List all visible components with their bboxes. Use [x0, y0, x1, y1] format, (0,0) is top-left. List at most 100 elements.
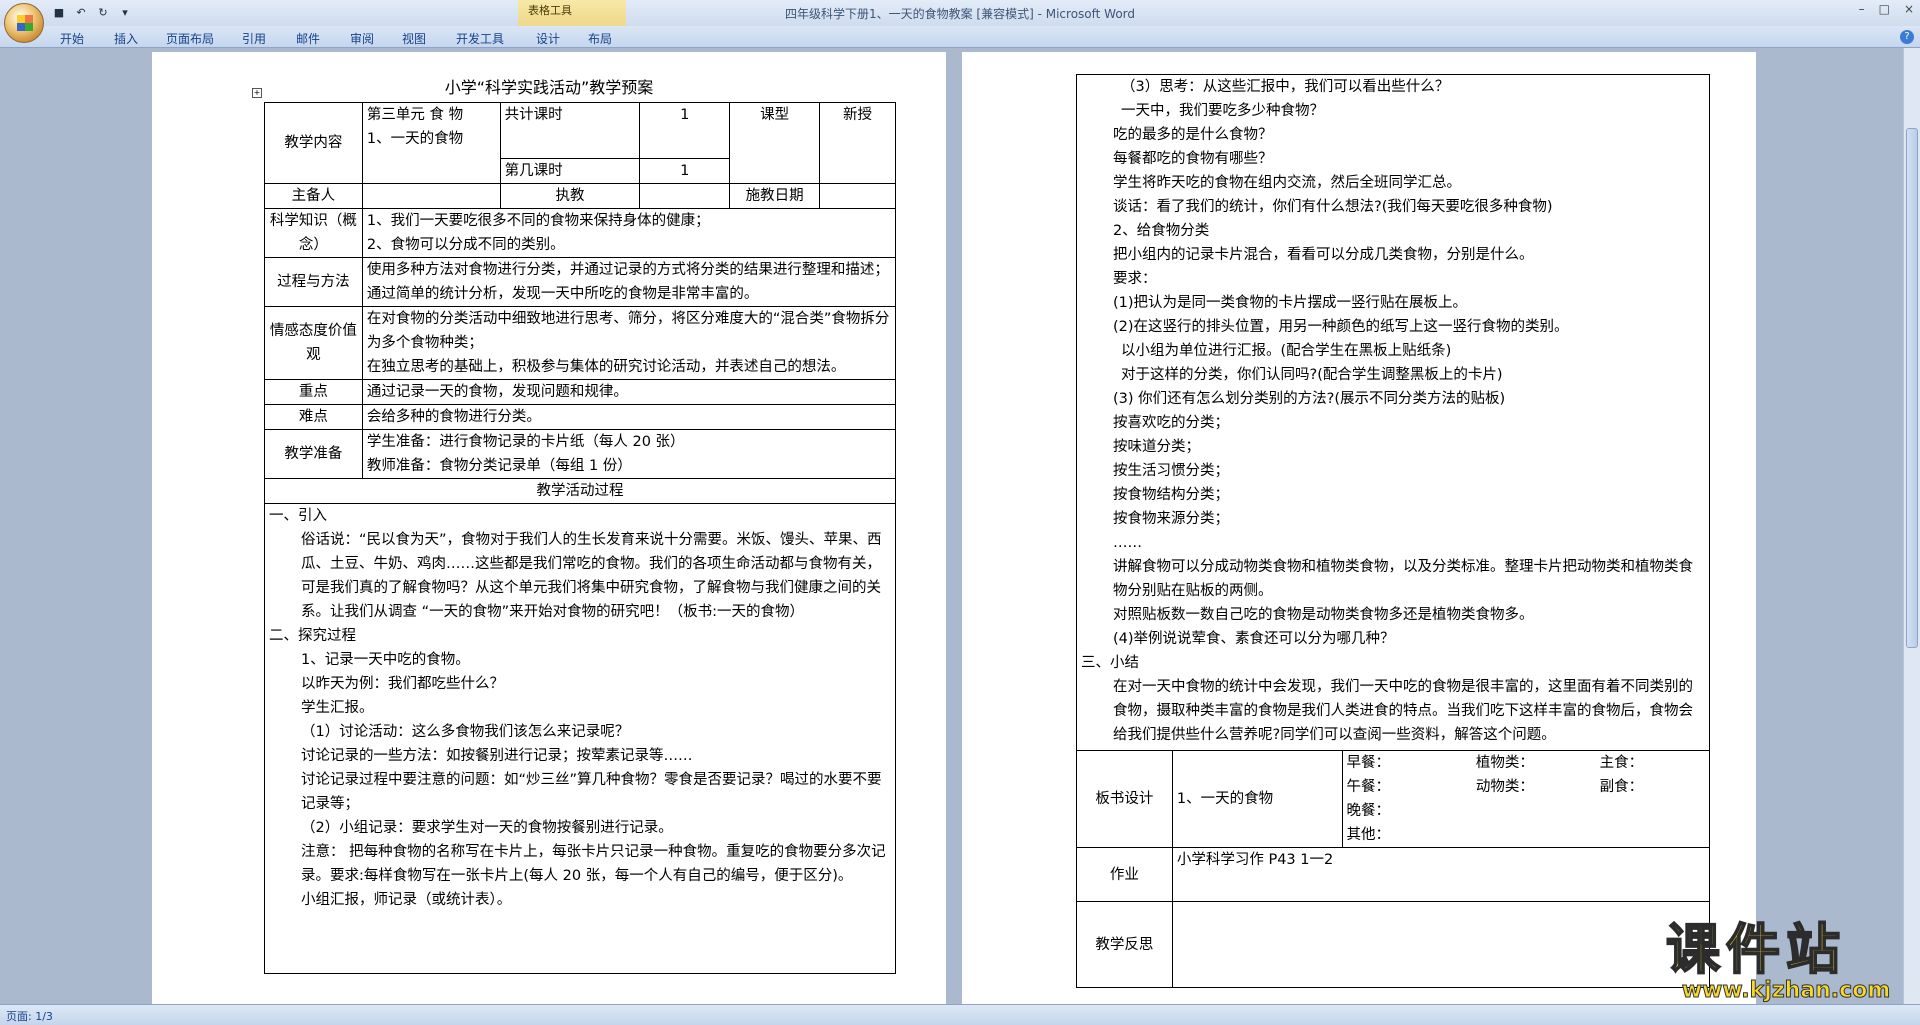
- body-paragraph: 讨论记录的一些方法：如按餐别进行记录；按荤素记录等……: [301, 748, 693, 764]
- vertical-scrollbar[interactable]: [1903, 48, 1920, 1004]
- watermark-logo: 课件站 www.kjzhan.com: [1665, 919, 1906, 1004]
- body-paragraph: (2)在这竖行的排头位置，用另一种颜色的纸写上这一竖行食物的类别。: [1113, 319, 1569, 335]
- attitude-label: 情感态度价值观: [264, 306, 363, 380]
- body-paragraph: 学生将昨天吃的食物在组内交流，然后全班同学汇总。: [1113, 175, 1461, 191]
- scroll-thumb[interactable]: [1906, 128, 1918, 648]
- preparation-label: 教学准备: [264, 429, 363, 479]
- tab-view[interactable]: 视图: [402, 30, 426, 47]
- difficulty-label: 难点: [264, 404, 363, 430]
- body-paragraph: 按食物来源分类；: [1113, 511, 1229, 527]
- body-paragraph: 在对一天中食物的统计中会发现，我们一天中吃的食物是很丰富的，这里面有着不同类别的…: [1113, 679, 1693, 743]
- homework-text: 小学科学习作 P43 1一2: [1171, 847, 1711, 902]
- body-paragraph: 要求：: [1113, 271, 1157, 287]
- reflection-cell[interactable]: [1171, 901, 1711, 988]
- board-breakfast: 早餐：: [1341, 750, 1472, 775]
- body-paragraph: 注意： 把每种食物的名称写在卡片上，每张卡片只记录一种食物。重复吃的食物要分多次…: [301, 844, 886, 884]
- tab-home[interactable]: 开始: [60, 30, 84, 47]
- tab-developer[interactable]: 开发工具: [456, 30, 504, 47]
- maximize-button[interactable]: □: [1879, 2, 1890, 16]
- title-bar: ■ ↶ ↻ ▾ 表格工具 四年级科学下册1、一天的食物教案 [兼容模式] - M…: [0, 0, 1920, 26]
- document-page-2[interactable]: （3）思考：从这些汇报中，我们可以看出些什么？ 一天中，我们要吃多少种食物？ 吃的最…: [962, 52, 1756, 1004]
- total-hours-value: 1: [639, 102, 731, 159]
- board-other: 其他：: [1341, 823, 1472, 848]
- board-plant: 植物类：: [1471, 750, 1596, 775]
- tab-review[interactable]: 审阅: [350, 30, 374, 47]
- office-button[interactable]: [4, 3, 44, 43]
- key-point-label: 重点: [264, 379, 363, 405]
- preparation-line: 教师准备：食物分类记录单（每组 1 份）: [366, 458, 632, 474]
- lesson-plan-table[interactable]: 教学内容 第三单元 食 物 1、一天的食物 共计课时 1 课型 新授 第几课时 1…: [264, 102, 897, 974]
- process-line: 使用多种方法对食物进行分类，并通过记录的方式将分类的结果进行整理和描述；: [366, 262, 889, 278]
- body-paragraph: (4)举例说说荤食、素食还可以分为哪几种？: [1113, 631, 1395, 647]
- watermark-url: www.kjzhan.com: [1681, 978, 1891, 1004]
- date-label: 施教日期: [729, 183, 821, 209]
- tab-layout[interactable]: 布局: [588, 30, 612, 47]
- window-title: 四年级科学下册1、一天的食物教案 [兼容模式] - Microsoft Word: [784, 7, 1136, 21]
- body-paragraph: 按食物结构分类；: [1113, 487, 1229, 503]
- tab-references[interactable]: 引用: [242, 30, 266, 47]
- type-value: 新授: [819, 102, 896, 184]
- body-paragraph: 三、小结: [1081, 655, 1139, 671]
- board-lunch: 午餐：: [1341, 775, 1472, 799]
- body-paragraph: 讲解食物可以分成动物类食物和植物类食物，以及分类标准。整理卡片把动物类和植物类食…: [1113, 559, 1693, 599]
- process-body-continued: （3）思考：从这些汇报中，我们可以看出些什么？ 一天中，我们要吃多少种食物？ 吃的最…: [1076, 74, 1710, 751]
- tab-page-layout[interactable]: 页面布局: [166, 30, 214, 47]
- body-paragraph: 按喜欢吃的分类；: [1113, 415, 1229, 431]
- status-bar: 页面: 1/3: [0, 1004, 1920, 1025]
- minimize-button[interactable]: –: [1859, 2, 1865, 16]
- body-paragraph: 对照贴板数一数自己吃的食物是动物类食物多还是植物类食物多。: [1113, 607, 1534, 623]
- board-design-label: 板书设计: [1076, 750, 1173, 848]
- body-paragraph: 谈话：看了我们的统计，你们有什么想法?(我们每天要吃很多种食物): [1113, 199, 1553, 215]
- body-paragraph: 一天中，我们要吃多少种食物？: [1121, 103, 1324, 119]
- doc-title: 小学“科学实践活动”教学预案: [444, 78, 654, 97]
- body-paragraph: 吃的最多的是什么食物？: [1113, 127, 1273, 143]
- process-label: 过程与方法: [264, 257, 363, 307]
- body-paragraph: (3) 你们还有怎么划分类别的方法?(展示不同分类方法的贴板): [1113, 391, 1506, 407]
- board-dinner: 晚餐：: [1341, 799, 1472, 823]
- reflection-label: 教学反思: [1076, 901, 1173, 988]
- preparation-line: 学生准备：进行食物记录的卡片纸（每人 20 张）: [366, 434, 685, 450]
- page-indicator[interactable]: 页面: 1/3: [6, 1010, 53, 1023]
- difficulty-text: 会给多种的食物进行分类。: [361, 404, 897, 430]
- body-paragraph: 二、探究过程: [269, 628, 356, 644]
- tab-design[interactable]: 设计: [536, 30, 560, 47]
- body-paragraph: 2、给食物分类: [1113, 223, 1210, 239]
- board-animal: 动物类：: [1475, 779, 1534, 795]
- body-paragraph: 把小组内的记录卡片混合，看看可以分成几类食物，分别是什么。: [1113, 247, 1534, 263]
- board-lesson: 1、一天的食物: [1171, 750, 1343, 848]
- document-page-1[interactable]: 小学“科学实践活动”教学预案 + 教学内容 第三单元 食 物 1、一天的食物 共计…: [152, 52, 946, 1004]
- help-icon[interactable]: ?: [1900, 30, 1914, 44]
- board-staple: 主食：: [1595, 750, 1710, 775]
- knowledge-label: 科学知识（概念）: [264, 208, 363, 258]
- body-paragraph: 以小组为单位进行汇报。(配合学生在黑板上贴纸条): [1121, 343, 1452, 359]
- office-logo-icon: [17, 15, 33, 31]
- lesson-cell: 1、一天的食物: [366, 131, 464, 147]
- board-side: 副食：: [1595, 775, 1710, 799]
- tab-insert[interactable]: 插入: [114, 30, 138, 47]
- homework-label: 作业: [1076, 847, 1173, 902]
- key-point-text: 通过记录一天的食物，发现问题和规律。: [361, 379, 897, 405]
- process-line: 通过简单的统计分析，发现一天中所吃的食物是非常丰富的。: [366, 286, 759, 302]
- close-button[interactable]: ×: [1904, 2, 1914, 16]
- knowledge-line: 2、食物可以分成不同的类别。: [366, 237, 565, 253]
- window-controls: – □ ×: [1859, 2, 1914, 16]
- body-paragraph: ……: [1113, 535, 1142, 551]
- body-paragraph: (1)把认为是同一类食物的卡片摆成一竖行贴在展板上。: [1113, 295, 1468, 311]
- preparer-label: 主备人: [264, 183, 363, 209]
- content-label: 教学内容: [264, 102, 363, 184]
- body-paragraph: 讨论记录过程中要注意的问题：如“炒三丝”算几种食物？零食是否要记录？喝过的水要不…: [301, 772, 882, 812]
- body-paragraph: 对于这样的分类，你们认同吗?(配合学生调整黑板上的卡片): [1121, 367, 1503, 383]
- total-hours-label: 共计课时: [499, 102, 641, 159]
- body-paragraph: 1、记录一天中吃的食物。: [301, 652, 470, 668]
- tab-mailings[interactable]: 邮件: [296, 30, 320, 47]
- body-paragraph: 俗话说：“民以食为天”，食物对于我们人的生长发育来说十分需要。米饭、馒头、苹果、…: [301, 532, 882, 620]
- body-paragraph: （1）讨论活动：这么多食物我们该怎么来记录呢？: [301, 724, 630, 740]
- type-label: 课型: [729, 102, 821, 184]
- attitude-line: 在对食物的分类活动中细致地进行思考、筛分，将区分难度大的“混合类”食物拆分为多个…: [366, 311, 890, 351]
- table-move-handle-icon[interactable]: +: [252, 88, 262, 98]
- continued-table[interactable]: （3）思考：从这些汇报中，我们可以看出些什么？ 一天中，我们要吃多少种食物？ 吃的最…: [1076, 74, 1711, 988]
- body-paragraph: 按生活习惯分类；: [1113, 463, 1229, 479]
- attitude-line: 在独立思考的基础上，积极参与集体的研究讨论活动，并表述自己的想法。: [366, 359, 846, 375]
- body-paragraph: 以昨天为例：我们都吃些什么？: [301, 676, 504, 692]
- teacher-label: 执教: [499, 183, 641, 209]
